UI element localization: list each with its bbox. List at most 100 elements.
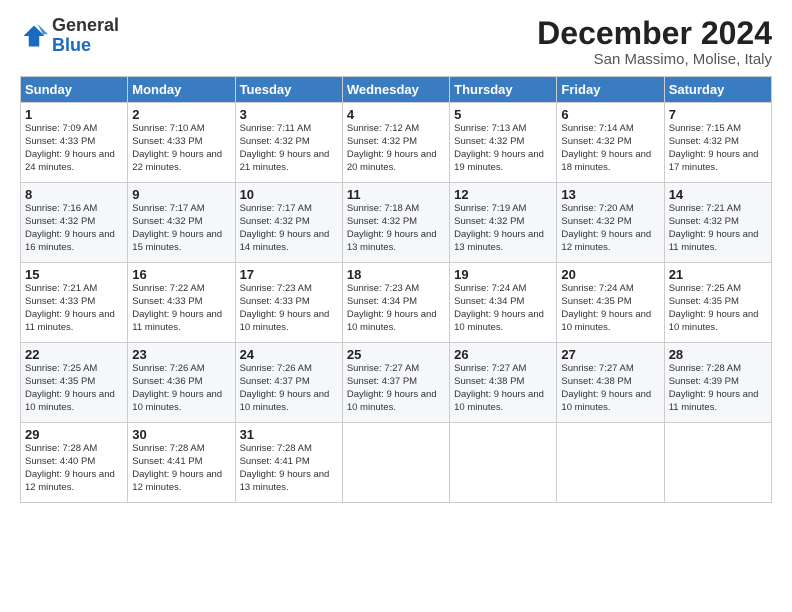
table-cell: 3Sunrise: 7:11 AMSunset: 4:32 PMDaylight… [235, 103, 342, 183]
day-number: 23 [132, 347, 230, 362]
logo-text: General Blue [52, 16, 119, 56]
day-number: 11 [347, 187, 445, 202]
day-number: 31 [240, 427, 338, 442]
week-row-2: 15Sunrise: 7:21 AMSunset: 4:33 PMDayligh… [21, 263, 772, 343]
table-cell: 21Sunrise: 7:25 AMSunset: 4:35 PMDayligh… [664, 263, 771, 343]
day-number: 26 [454, 347, 552, 362]
col-wednesday: Wednesday [342, 77, 449, 103]
day-number: 28 [669, 347, 767, 362]
table-cell: 14Sunrise: 7:21 AMSunset: 4:32 PMDayligh… [664, 183, 771, 263]
day-number: 8 [25, 187, 123, 202]
logo-general: General [52, 16, 119, 36]
day-info: Sunrise: 7:23 AMSunset: 4:33 PMDaylight:… [240, 283, 330, 332]
day-info: Sunrise: 7:15 AMSunset: 4:32 PMDaylight:… [669, 123, 759, 172]
day-info: Sunrise: 7:14 AMSunset: 4:32 PMDaylight:… [561, 123, 651, 172]
calendar-table: Sunday Monday Tuesday Wednesday Thursday… [20, 76, 772, 503]
table-cell: 20Sunrise: 7:24 AMSunset: 4:35 PMDayligh… [557, 263, 664, 343]
table-cell: 28Sunrise: 7:28 AMSunset: 4:39 PMDayligh… [664, 343, 771, 423]
day-info: Sunrise: 7:28 AMSunset: 4:40 PMDaylight:… [25, 443, 115, 492]
table-cell [450, 423, 557, 503]
table-cell: 1Sunrise: 7:09 AMSunset: 4:33 PMDaylight… [21, 103, 128, 183]
week-row-1: 8Sunrise: 7:16 AMSunset: 4:32 PMDaylight… [21, 183, 772, 263]
table-cell: 27Sunrise: 7:27 AMSunset: 4:38 PMDayligh… [557, 343, 664, 423]
day-info: Sunrise: 7:28 AMSunset: 4:41 PMDaylight:… [132, 443, 222, 492]
day-info: Sunrise: 7:17 AMSunset: 4:32 PMDaylight:… [240, 203, 330, 252]
header: General Blue December 2024 San Massimo, … [20, 16, 772, 68]
week-row-3: 22Sunrise: 7:25 AMSunset: 4:35 PMDayligh… [21, 343, 772, 423]
table-cell: 9Sunrise: 7:17 AMSunset: 4:32 PMDaylight… [128, 183, 235, 263]
day-info: Sunrise: 7:27 AMSunset: 4:38 PMDaylight:… [454, 363, 544, 412]
calendar-page: General Blue December 2024 San Massimo, … [0, 0, 792, 612]
table-cell: 6Sunrise: 7:14 AMSunset: 4:32 PMDaylight… [557, 103, 664, 183]
table-cell: 13Sunrise: 7:20 AMSunset: 4:32 PMDayligh… [557, 183, 664, 263]
day-number: 5 [454, 107, 552, 122]
day-info: Sunrise: 7:09 AMSunset: 4:33 PMDaylight:… [25, 123, 115, 172]
table-cell [557, 423, 664, 503]
day-info: Sunrise: 7:19 AMSunset: 4:32 PMDaylight:… [454, 203, 544, 252]
table-cell [664, 423, 771, 503]
table-cell: 4Sunrise: 7:12 AMSunset: 4:32 PMDaylight… [342, 103, 449, 183]
col-saturday: Saturday [664, 77, 771, 103]
day-number: 17 [240, 267, 338, 282]
table-cell: 26Sunrise: 7:27 AMSunset: 4:38 PMDayligh… [450, 343, 557, 423]
calendar-subtitle: San Massimo, Molise, Italy [537, 51, 772, 68]
day-number: 10 [240, 187, 338, 202]
day-info: Sunrise: 7:21 AMSunset: 4:33 PMDaylight:… [25, 283, 115, 332]
col-tuesday: Tuesday [235, 77, 342, 103]
day-number: 4 [347, 107, 445, 122]
table-cell: 31Sunrise: 7:28 AMSunset: 4:41 PMDayligh… [235, 423, 342, 503]
table-cell: 2Sunrise: 7:10 AMSunset: 4:33 PMDaylight… [128, 103, 235, 183]
table-cell: 22Sunrise: 7:25 AMSunset: 4:35 PMDayligh… [21, 343, 128, 423]
day-number: 9 [132, 187, 230, 202]
table-cell: 16Sunrise: 7:22 AMSunset: 4:33 PMDayligh… [128, 263, 235, 343]
col-sunday: Sunday [21, 77, 128, 103]
day-info: Sunrise: 7:25 AMSunset: 4:35 PMDaylight:… [669, 283, 759, 332]
day-info: Sunrise: 7:27 AMSunset: 4:37 PMDaylight:… [347, 363, 437, 412]
day-info: Sunrise: 7:21 AMSunset: 4:32 PMDaylight:… [669, 203, 759, 252]
day-info: Sunrise: 7:26 AMSunset: 4:36 PMDaylight:… [132, 363, 222, 412]
day-info: Sunrise: 7:24 AMSunset: 4:35 PMDaylight:… [561, 283, 651, 332]
day-number: 6 [561, 107, 659, 122]
table-cell: 17Sunrise: 7:23 AMSunset: 4:33 PMDayligh… [235, 263, 342, 343]
table-cell: 23Sunrise: 7:26 AMSunset: 4:36 PMDayligh… [128, 343, 235, 423]
day-number: 25 [347, 347, 445, 362]
day-number: 13 [561, 187, 659, 202]
day-number: 27 [561, 347, 659, 362]
table-cell: 25Sunrise: 7:27 AMSunset: 4:37 PMDayligh… [342, 343, 449, 423]
day-info: Sunrise: 7:17 AMSunset: 4:32 PMDaylight:… [132, 203, 222, 252]
col-monday: Monday [128, 77, 235, 103]
table-cell: 29Sunrise: 7:28 AMSunset: 4:40 PMDayligh… [21, 423, 128, 503]
table-cell: 15Sunrise: 7:21 AMSunset: 4:33 PMDayligh… [21, 263, 128, 343]
col-friday: Friday [557, 77, 664, 103]
day-number: 20 [561, 267, 659, 282]
logo: General Blue [20, 16, 119, 56]
table-cell: 7Sunrise: 7:15 AMSunset: 4:32 PMDaylight… [664, 103, 771, 183]
day-info: Sunrise: 7:26 AMSunset: 4:37 PMDaylight:… [240, 363, 330, 412]
table-cell: 5Sunrise: 7:13 AMSunset: 4:32 PMDaylight… [450, 103, 557, 183]
day-info: Sunrise: 7:28 AMSunset: 4:41 PMDaylight:… [240, 443, 330, 492]
day-info: Sunrise: 7:13 AMSunset: 4:32 PMDaylight:… [454, 123, 544, 172]
week-row-0: 1Sunrise: 7:09 AMSunset: 4:33 PMDaylight… [21, 103, 772, 183]
day-number: 2 [132, 107, 230, 122]
calendar-title: December 2024 [537, 16, 772, 51]
table-cell: 10Sunrise: 7:17 AMSunset: 4:32 PMDayligh… [235, 183, 342, 263]
day-info: Sunrise: 7:23 AMSunset: 4:34 PMDaylight:… [347, 283, 437, 332]
day-number: 7 [669, 107, 767, 122]
day-number: 3 [240, 107, 338, 122]
day-number: 29 [25, 427, 123, 442]
table-cell: 24Sunrise: 7:26 AMSunset: 4:37 PMDayligh… [235, 343, 342, 423]
day-info: Sunrise: 7:28 AMSunset: 4:39 PMDaylight:… [669, 363, 759, 412]
day-number: 18 [347, 267, 445, 282]
day-number: 19 [454, 267, 552, 282]
day-info: Sunrise: 7:11 AMSunset: 4:32 PMDaylight:… [240, 123, 330, 172]
day-info: Sunrise: 7:24 AMSunset: 4:34 PMDaylight:… [454, 283, 544, 332]
logo-icon [20, 22, 48, 50]
day-number: 15 [25, 267, 123, 282]
day-info: Sunrise: 7:12 AMSunset: 4:32 PMDaylight:… [347, 123, 437, 172]
day-number: 14 [669, 187, 767, 202]
day-info: Sunrise: 7:18 AMSunset: 4:32 PMDaylight:… [347, 203, 437, 252]
day-info: Sunrise: 7:25 AMSunset: 4:35 PMDaylight:… [25, 363, 115, 412]
table-cell: 30Sunrise: 7:28 AMSunset: 4:41 PMDayligh… [128, 423, 235, 503]
day-number: 16 [132, 267, 230, 282]
table-cell: 18Sunrise: 7:23 AMSunset: 4:34 PMDayligh… [342, 263, 449, 343]
